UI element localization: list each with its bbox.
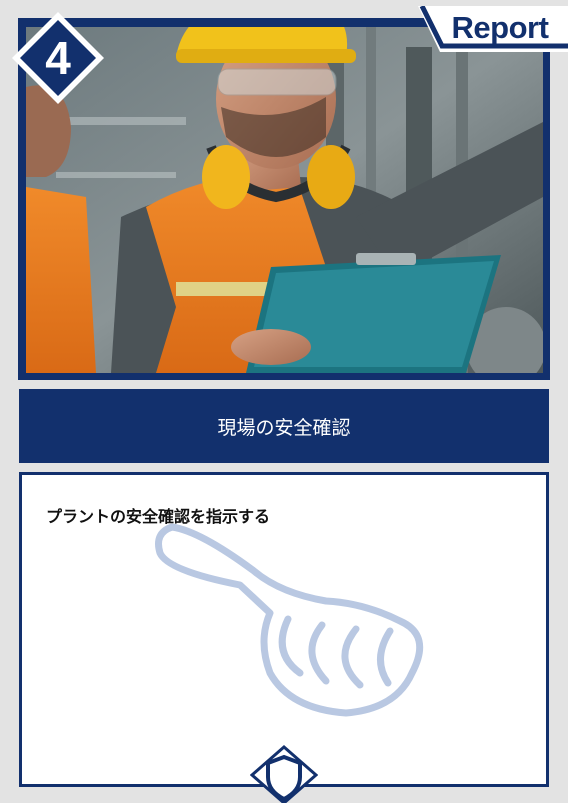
- card-title: 現場の安全確認: [19, 389, 549, 463]
- shield-icon: [250, 745, 318, 803]
- description-box: プラントの安全確認を指示する: [19, 472, 549, 787]
- card: Report 4 現場の安全確認 プラントの安全確認を指示する: [0, 0, 568, 803]
- card-number: 4: [45, 32, 71, 84]
- pointing-hand-icon: [155, 523, 424, 717]
- report-label: Report: [451, 10, 549, 45]
